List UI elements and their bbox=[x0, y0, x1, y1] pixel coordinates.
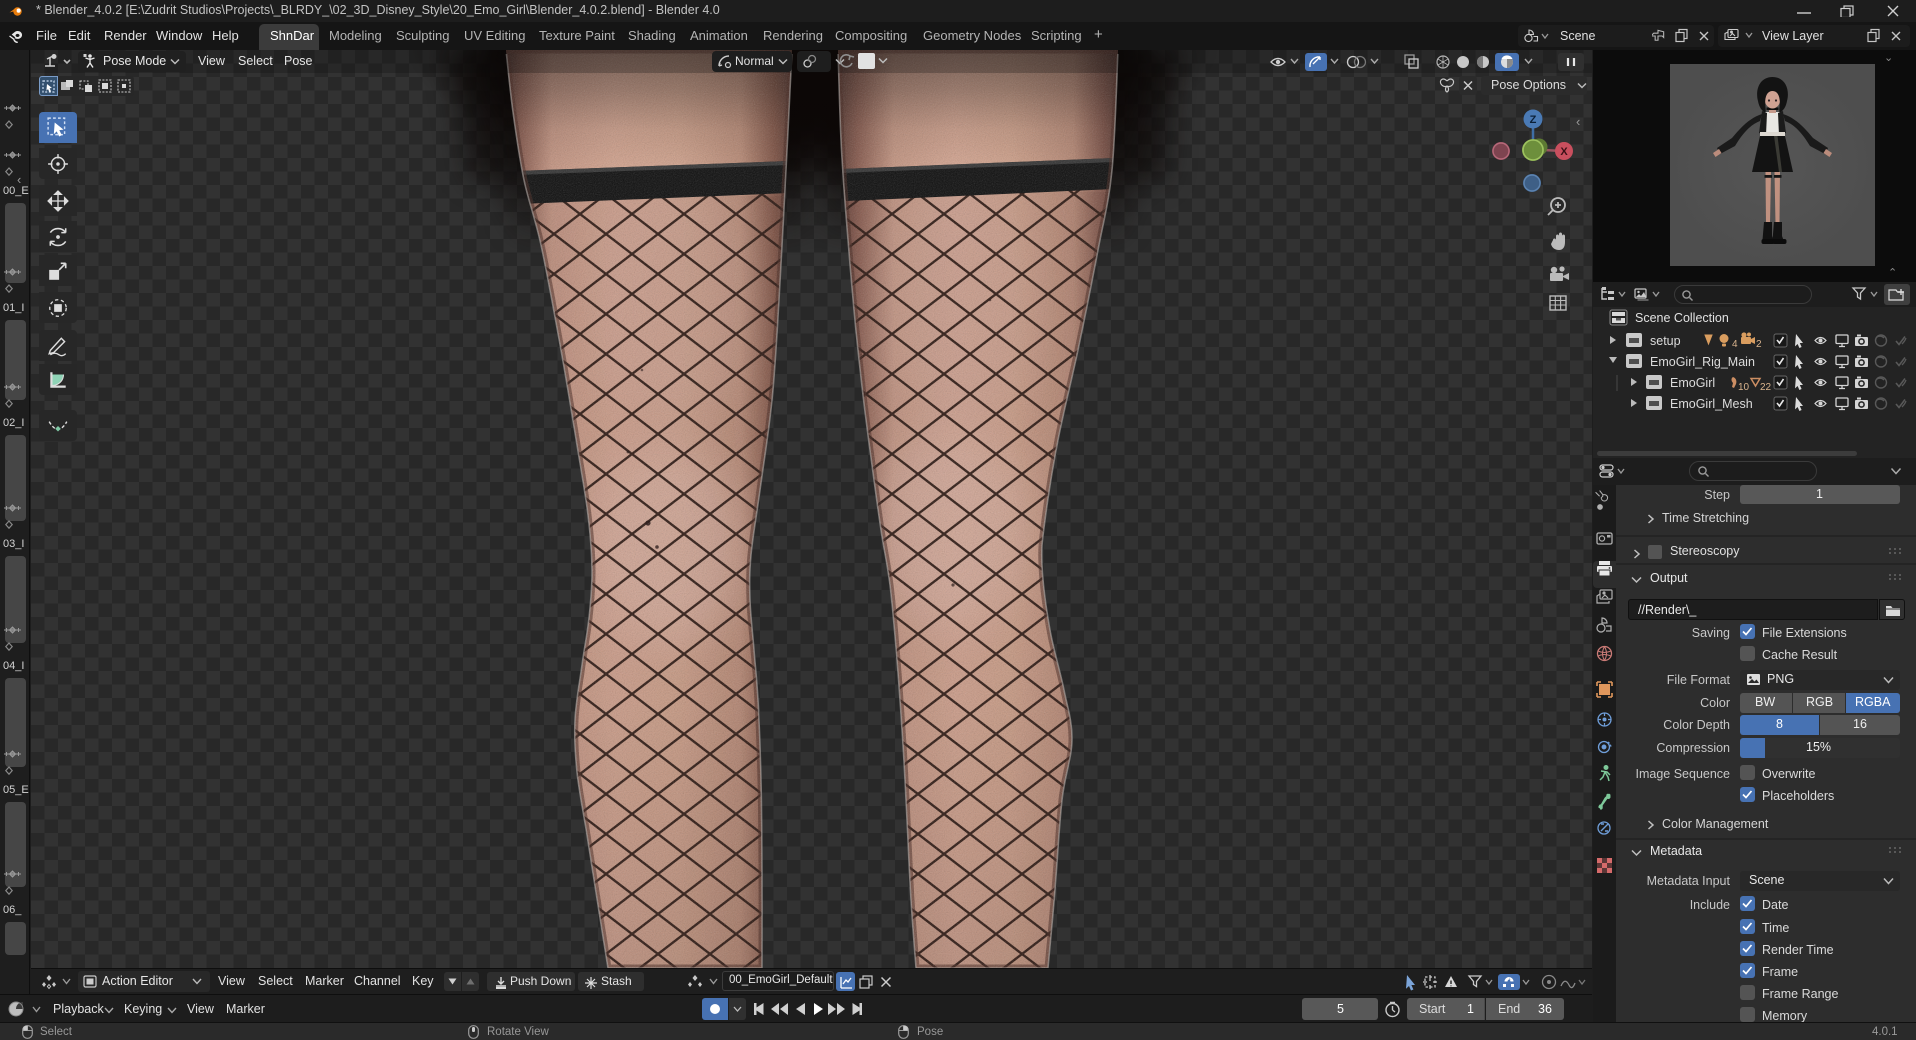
svg-text:22: 22 bbox=[1760, 382, 1772, 393]
svg-text:EmoGirl_Rig_Main: EmoGirl_Rig_Main bbox=[1650, 355, 1755, 369]
svg-text:Z: Z bbox=[1530, 114, 1537, 126]
svg-text:EmoGirl_Mesh: EmoGirl_Mesh bbox=[1670, 397, 1753, 411]
svg-text:00_E: 00_E bbox=[3, 185, 29, 197]
svg-text:04_I: 04_I bbox=[3, 660, 24, 672]
svg-text:Scene Collection: Scene Collection bbox=[1635, 311, 1729, 325]
svg-text:X: X bbox=[1560, 146, 1568, 158]
svg-text:06_: 06_ bbox=[3, 904, 22, 916]
svg-text:EmoGirl: EmoGirl bbox=[1670, 376, 1715, 390]
svg-text:2: 2 bbox=[1756, 339, 1762, 350]
svg-text:02_I: 02_I bbox=[3, 417, 24, 429]
svg-text:05_E: 05_E bbox=[3, 784, 29, 796]
svg-text:setup: setup bbox=[1650, 334, 1681, 348]
svg-text:10: 10 bbox=[1738, 382, 1750, 393]
svg-text:4: 4 bbox=[1732, 339, 1738, 350]
svg-text:01_I: 01_I bbox=[3, 302, 24, 314]
svg-text:03_I: 03_I bbox=[3, 538, 24, 550]
